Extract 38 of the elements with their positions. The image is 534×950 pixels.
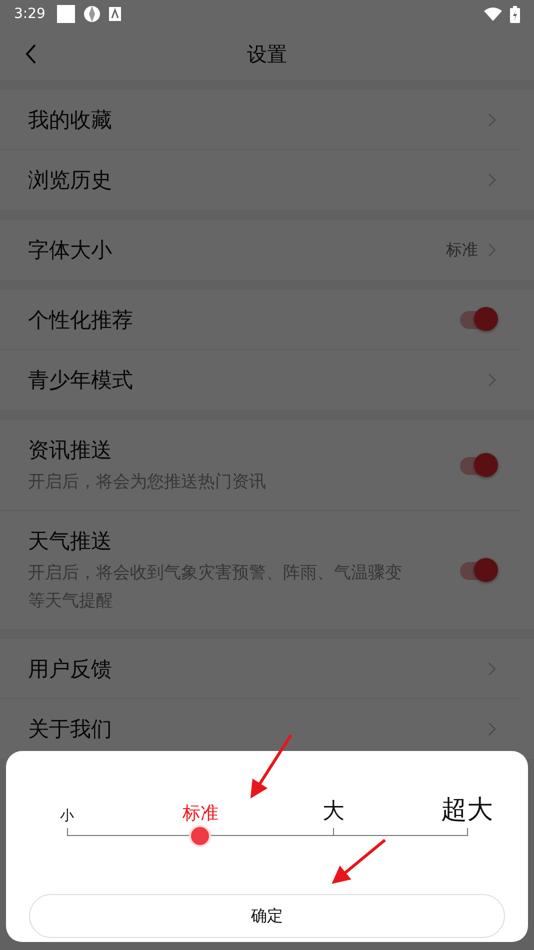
settings-row[interactable]: 浏览历史: [0, 150, 520, 210]
keyboard-icon: [109, 7, 122, 21]
chevron-icon: [488, 722, 496, 736]
aperture-icon: [83, 5, 102, 23]
wifi-icon: [484, 7, 502, 21]
row-label: 资讯推送: [28, 437, 113, 464]
chevron-icon: [488, 173, 496, 187]
battery-icon: [510, 6, 520, 22]
row-label: 用户反馈: [28, 656, 113, 682]
row-label: 浏览历史: [28, 167, 113, 194]
notification-icon: [57, 5, 76, 23]
settings-row[interactable]: 我的收藏: [0, 90, 520, 150]
annotation-arrow: [332, 838, 386, 884]
row-label: 个性化推荐: [28, 306, 134, 334]
settings-row[interactable]: 青少年模式: [0, 350, 520, 410]
chevron-icon: [488, 112, 496, 126]
settings-row[interactable]: 个性化推荐: [0, 290, 520, 350]
annotation-arrow: [250, 734, 292, 799]
size-option[interactable]: 标准: [140, 805, 260, 823]
slider-thumb[interactable]: [191, 827, 210, 845]
page-title: 设置: [247, 40, 287, 68]
back-icon[interactable]: [24, 43, 38, 65]
chevron-icon: [488, 373, 496, 387]
size-option[interactable]: 大: [274, 801, 394, 823]
settings-row[interactable]: 用户反馈: [0, 639, 520, 699]
row-label: 我的收藏: [28, 106, 113, 134]
row-value: 标准: [446, 240, 478, 260]
chevron-icon: [488, 243, 496, 257]
chevron-icon: [488, 662, 496, 676]
row-label: 字体大小: [28, 237, 113, 264]
row-label: 天气推送: [28, 528, 113, 555]
status-time: 3:29: [14, 6, 46, 22]
size-option[interactable]: 小: [7, 809, 127, 823]
row-label: 关于我们: [28, 716, 113, 743]
settings-row[interactable]: 字体大小 标准: [0, 220, 520, 280]
row-label: 青少年模式: [28, 367, 134, 394]
size-option[interactable]: 超大: [406, 797, 527, 823]
confirm-button[interactable]: 确定: [29, 894, 505, 938]
